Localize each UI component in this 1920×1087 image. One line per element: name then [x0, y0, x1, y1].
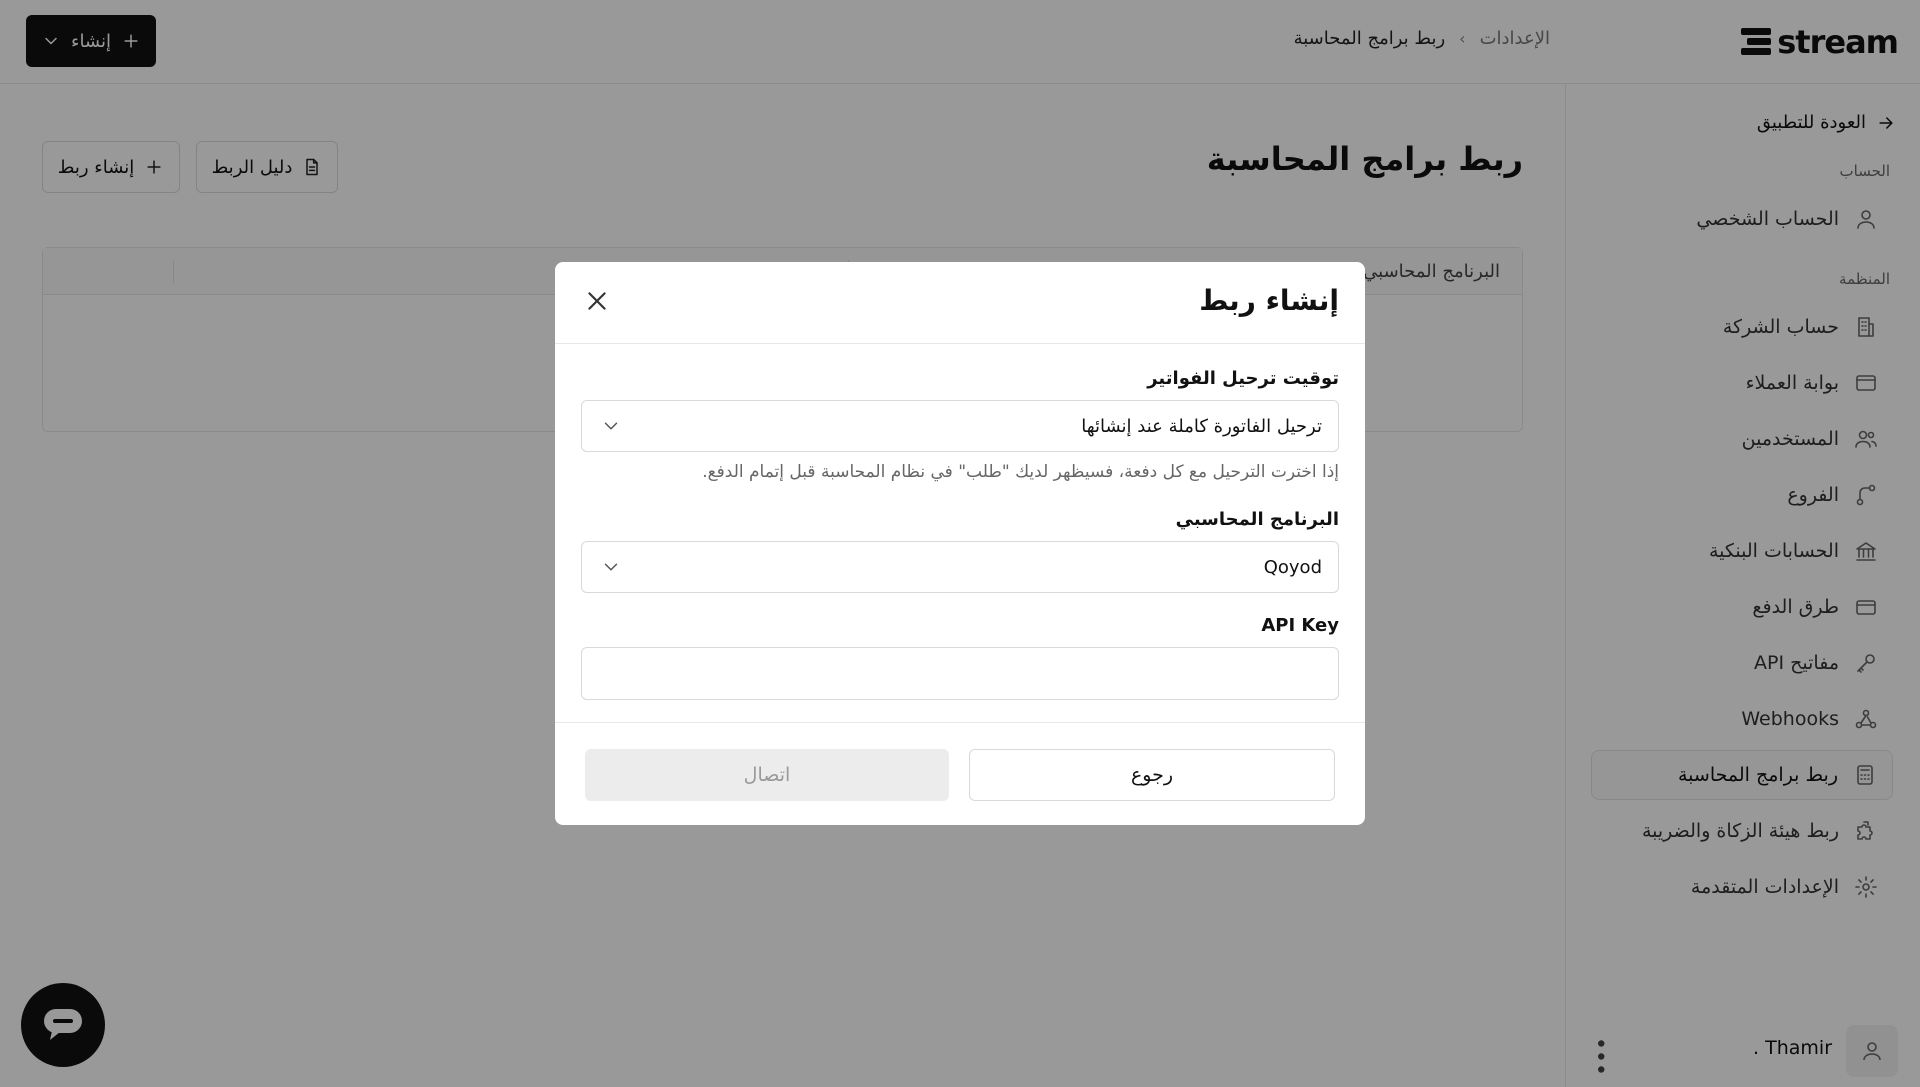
chevron-down-icon — [600, 415, 622, 437]
posting-timing-value: ترحيل الفاتورة كاملة عند إنشائها — [1081, 415, 1322, 437]
accounting-software-value: Qoyod — [1263, 556, 1322, 578]
modal-title: إنشاء ربط — [1199, 284, 1339, 317]
posting-timing-help: إذا اخترت الترحيل مع كل دفعة، فسيظهر لدي… — [702, 462, 1339, 482]
posting-timing-select[interactable]: ترحيل الفاتورة كاملة عند إنشائها — [581, 400, 1339, 452]
close-modal-button[interactable] — [583, 288, 611, 316]
api-key-label: API Key — [1261, 615, 1339, 636]
close-icon — [588, 292, 606, 310]
posting-timing-label: توقيت ترحيل الفواتير — [1147, 368, 1339, 389]
create-link-modal: إنشاء ربط توقيت ترحيل الفواتير ترحيل الف… — [555, 262, 1365, 825]
api-key-input[interactable] — [581, 647, 1339, 700]
accounting-software-label: البرنامج المحاسبي — [1175, 509, 1339, 530]
app-root: stream الإعدادات › ربط برامج المحاسبة إن… — [0, 0, 1920, 1087]
modal-footer: رجوع اتصال — [555, 722, 1365, 825]
modal-header: إنشاء ربط — [555, 262, 1365, 344]
back-button[interactable]: رجوع — [969, 749, 1335, 801]
chevron-down-icon — [600, 556, 622, 578]
connect-button[interactable]: اتصال — [585, 749, 949, 801]
accounting-software-select[interactable]: Qoyod — [581, 541, 1339, 593]
